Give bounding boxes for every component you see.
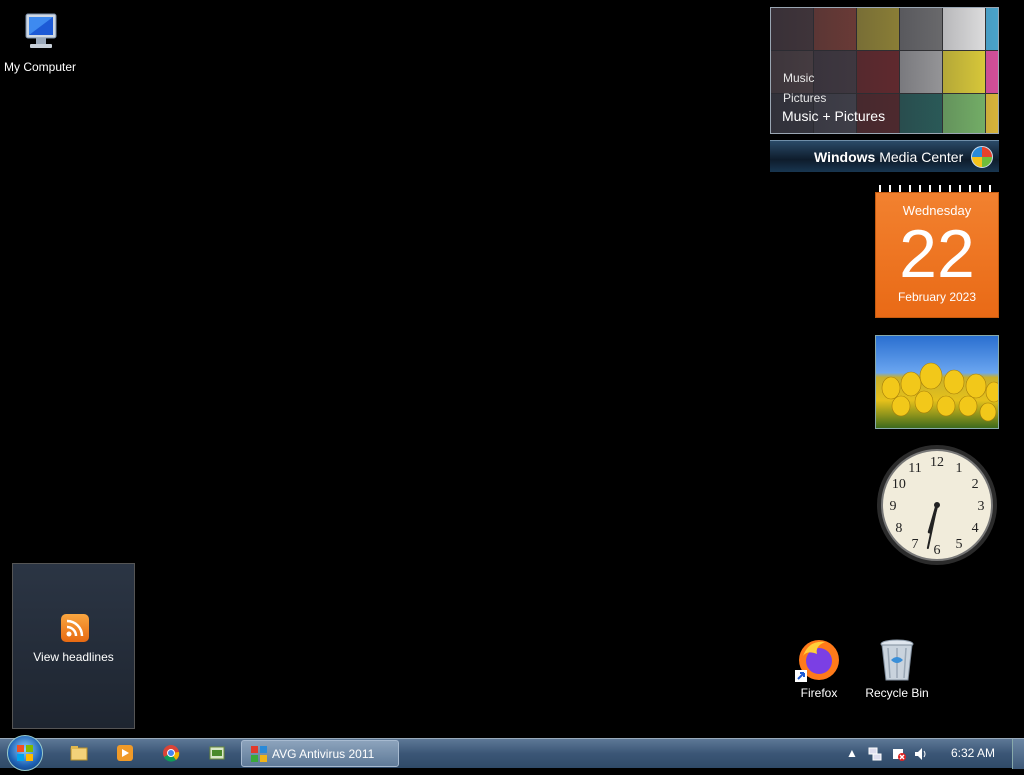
clock-numeral: 3 (978, 499, 985, 514)
menu-item-pictures[interactable]: Pictures (783, 88, 826, 108)
clock-numeral: 10 (892, 477, 906, 492)
chrome-icon[interactable] (162, 744, 180, 762)
clock-numeral: 11 (908, 461, 921, 476)
clock-numeral: 4 (972, 521, 979, 536)
brand-bold: Windows (814, 149, 876, 165)
menu-item-music-pictures[interactable]: Music + Pictures (782, 108, 885, 124)
menu-item-music[interactable]: Music (783, 68, 826, 88)
media-tiles[interactable]: Music Pictures Music + Pictures (770, 7, 999, 134)
clock-numeral: 8 (895, 521, 902, 536)
desktop-icon-recycle-bin[interactable]: Recycle Bin (857, 636, 937, 700)
desktop-icon-my-computer[interactable]: My Computer (0, 10, 80, 74)
desktop-icon-label: Recycle Bin (865, 686, 929, 700)
show-hidden-icons-arrow[interactable]: ▲ (846, 746, 858, 760)
recycle-bin-icon (873, 636, 921, 684)
media-center-gadget[interactable]: Music Pictures Music + Pictures Windows … (770, 7, 999, 172)
brand-rest: Media Center (875, 149, 964, 165)
media-player-icon[interactable] (116, 744, 134, 762)
firefox-icon (795, 636, 843, 684)
calendar-day-number: 22 (899, 216, 975, 292)
taskbar-task-label: AVG Antivirus 2011 (272, 747, 375, 761)
clock-numeral: 6 (934, 543, 941, 558)
clock-numeral: 7 (912, 537, 919, 552)
rss-icon (61, 614, 89, 642)
desktop-icon-label: My Computer (3, 60, 77, 74)
tulips-photo (881, 362, 998, 422)
desktop-icon-label: Firefox (800, 686, 838, 700)
volume-icon[interactable] (914, 747, 928, 764)
clock-numeral: 9 (890, 499, 897, 514)
avg-icon (251, 746, 267, 762)
windows-logo-icon (17, 745, 33, 761)
start-button[interactable] (7, 735, 43, 771)
taskbar-task-avg[interactable]: AVG Antivirus 2011 (241, 740, 399, 767)
clock-numeral: 2 (972, 477, 979, 492)
slideshow-gadget[interactable] (875, 335, 999, 429)
computer-icon (16, 10, 64, 58)
system-clock[interactable]: 6:32 AM (951, 746, 995, 760)
media-center-launch-bar[interactable]: Windows Media Center (770, 140, 999, 172)
windows-orb-icon (971, 146, 993, 168)
calendar-gadget[interactable]: Wednesday 22 February 2023 (875, 185, 999, 318)
action-center-icon[interactable] (892, 747, 906, 764)
media-center-title: Windows Media Center (814, 149, 963, 165)
utility-icon[interactable] (208, 744, 226, 762)
view-headlines-link[interactable]: View headlines (13, 650, 134, 664)
show-desktop-button[interactable] (1012, 739, 1024, 769)
calendar-month-year: February 2023 (897, 290, 977, 304)
feed-headlines-gadget[interactable]: View headlines (12, 563, 135, 729)
network-icon[interactable] (868, 747, 882, 764)
clock-numeral: 12 (930, 455, 944, 470)
clock-numeral: 5 (956, 537, 963, 552)
clock-numeral: 1 (956, 461, 963, 476)
desktop-icon-firefox[interactable]: Firefox (779, 636, 859, 700)
explorer-icon[interactable] (70, 744, 88, 762)
calendar-page: Wednesday 22 February 2023 (875, 192, 999, 318)
clock-gadget[interactable]: 12 1 2 3 4 5 6 7 8 9 10 11 (875, 443, 999, 567)
taskbar: AVG Antivirus 2011 ▲ 6:32 AM (0, 735, 1024, 771)
